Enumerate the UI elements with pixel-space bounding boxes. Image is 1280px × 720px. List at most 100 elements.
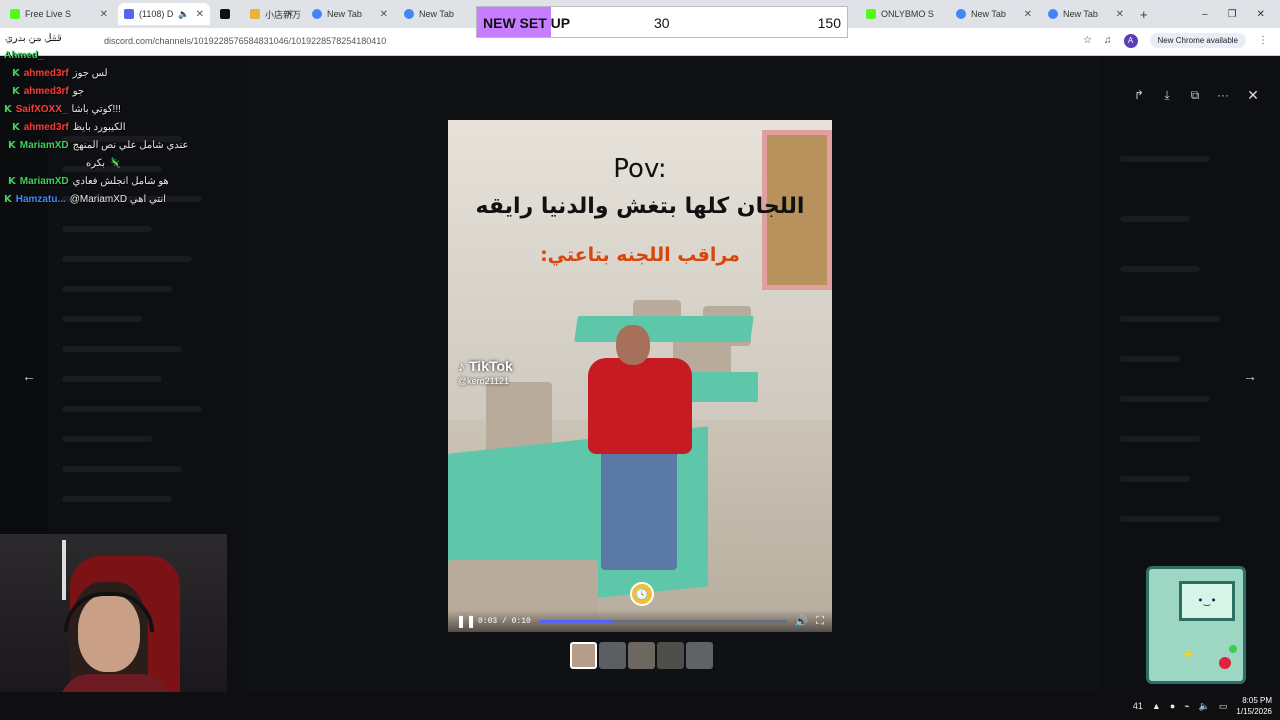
chat-message: K MariamXD هو شامل انجلش فعادي (8, 176, 169, 187)
bmo-button-icon (1219, 657, 1231, 669)
close-tab-icon[interactable]: ✕ (100, 9, 108, 20)
chat-message: K MariamXD عندي شامل علي نص المنهج (8, 140, 189, 151)
video-progress-bar[interactable] (538, 619, 787, 623)
close-tab-icon[interactable]: ✕ (1024, 9, 1032, 20)
close-tab-icon[interactable]: ✕ (196, 9, 204, 20)
tab-label: New Tab (327, 9, 362, 19)
bookmark-star-icon[interactable]: ☆ (1083, 35, 1092, 46)
media-controls-icon[interactable]: ♫ (1104, 35, 1112, 46)
media-thumbnail[interactable] (657, 642, 684, 669)
close-tab-icon[interactable]: ✕ (1116, 9, 1124, 20)
emote-icon: 🦎 (109, 158, 122, 169)
video-controls: ❚❚ 0:03 / 0:10 🔊 ⛶ (448, 610, 832, 632)
video-caption-sub: مراقب اللجنه بتاعتي: (540, 244, 740, 266)
kick-badge-icon: K (4, 194, 12, 205)
volume-tray-icon[interactable]: 🔈 (1199, 701, 1210, 712)
kick-badge-icon: K (8, 140, 16, 151)
kick-badge-icon: K (8, 176, 16, 187)
new-tab-favicon-icon (312, 9, 322, 19)
goal-target: 150 (817, 15, 841, 31)
timecode: 0:03 / 0:10 (478, 616, 531, 626)
stream-goal-bar: NEW SET UP 30 150 (476, 6, 848, 38)
close-tab-icon[interactable]: ✕ (380, 9, 388, 20)
pause-icon[interactable]: ❚❚ (456, 614, 476, 628)
bmo-face-icon: •‿• (1197, 594, 1217, 607)
media-thumbnail[interactable] (628, 642, 655, 669)
goal-current: 30 (654, 15, 670, 31)
url-field[interactable]: discord.com/channels/1019228576584831046… (104, 36, 386, 46)
previous-media-button[interactable]: ← (16, 363, 42, 389)
kebab-menu-icon[interactable]: ⋮ (1258, 35, 1268, 46)
toolbar-right: ☆ ♫ A New Chrome available ⋮ (1083, 33, 1268, 48)
new-tab-button[interactable]: + (1134, 3, 1154, 25)
bmo-button-icon (1229, 645, 1237, 653)
tab-label: 小店新万 (265, 9, 302, 20)
discord-favicon-icon (124, 9, 134, 19)
browser-tab[interactable]: Free Live S ✕ (4, 3, 114, 25)
tiktok-handle: @kero21121 (458, 376, 510, 386)
media-thumbnail[interactable] (599, 642, 626, 669)
bmo-mascot: •‿• + (1146, 566, 1250, 692)
kick-badge-icon: K (12, 68, 20, 79)
download-icon[interactable]: ⤓ (1158, 86, 1176, 104)
bmo-mascot: •‿• (1179, 581, 1235, 621)
chat-message: K Hamzatu... @MariamXD انتي اهي (4, 194, 167, 205)
video-caption-main: اللجان كلها بتغش والدنيا رايقه (475, 194, 805, 219)
close-viewer-button[interactable]: ✕ (1242, 84, 1264, 106)
browser-tab[interactable]: 小店新万 (244, 3, 302, 25)
browser-tab[interactable]: ONLYBMO S (860, 3, 946, 25)
tab-label: ONLYBMO S (881, 9, 934, 19)
battery-icon[interactable]: ▭ (1219, 701, 1228, 712)
chat-message: K ahmed3rf لس جوز (12, 68, 108, 79)
clock-sticker-icon: 🕓 (630, 582, 654, 606)
more-options-icon[interactable]: ··· (1214, 86, 1232, 104)
next-media-button[interactable]: → (1237, 363, 1263, 389)
restore-icon[interactable]: ❐ (1228, 9, 1237, 20)
video-frame (616, 325, 650, 365)
tiktok-logo-icon: ♪ (458, 358, 465, 374)
chat-message: قفل من بدري (4, 32, 61, 43)
tiktok-favicon-icon (220, 9, 230, 19)
video-caption-pov: Pov: (613, 154, 667, 184)
minimize-icon[interactable]: – (1202, 9, 1208, 20)
chat-message: K ahmed3rf الكيبورد بايظ (12, 122, 126, 133)
media-thumbnail[interactable] (570, 642, 597, 669)
browser-tab-active[interactable]: (1108) D 🔈 ✕ (118, 3, 210, 25)
browser-tab[interactable]: New Tab (398, 3, 474, 25)
system-tray: 41 ▲ ● ⌁ 🔈 ▭ 8:05 PM 1/15/2026 (1133, 695, 1272, 717)
tab-favicon-icon (10, 9, 20, 19)
chat-message: K ahmed3rf جو (12, 86, 85, 97)
fullscreen-icon[interactable]: ⛶ (816, 615, 824, 628)
profile-avatar[interactable]: A (1123, 33, 1138, 48)
tiktok-brand-text: TikTok (469, 358, 513, 374)
network-icon[interactable]: ⌁ (1184, 701, 1189, 712)
bmo-dpad-icon: + (1183, 644, 1194, 664)
tray-app-icon[interactable]: ● (1170, 701, 1175, 711)
browser-tab[interactable]: New Tab ✕ (950, 3, 1038, 25)
forward-icon[interactable]: ↱ (1130, 86, 1148, 104)
update-button[interactable]: New Chrome available (1149, 33, 1246, 48)
open-external-icon[interactable]: ⧉ (1186, 86, 1204, 104)
audio-icon[interactable]: 🔈 (178, 9, 189, 20)
browser-tab[interactable]: New Tab ✕ (306, 3, 394, 25)
tray-app-icon[interactable]: ▲ (1152, 701, 1161, 711)
new-tab-favicon-icon (404, 9, 414, 19)
tab-label: Free Live S (25, 9, 72, 19)
video-player[interactable]: Pov: اللجان كلها بتغش والدنيا رايقه مراق… (448, 120, 832, 632)
new-tab-favicon-icon (956, 9, 966, 19)
chat-message: Ahmed_ (4, 50, 44, 61)
browser-tab[interactable]: New Tab ✕ (1042, 3, 1130, 25)
tab-label: New Tab (1063, 9, 1098, 19)
tiktok-watermark: ♪ TikTok @kero21121 (458, 358, 513, 386)
media-thumbnail[interactable] (686, 642, 713, 669)
tab-label: New Tab (419, 9, 454, 19)
volume-icon[interactable]: 🔊 (795, 615, 809, 628)
chat-message: K SaifXOXX_ كوتي باشا!!! (4, 104, 121, 115)
clock-date: 1/15/2026 (1236, 707, 1272, 716)
clock-time: 8:05 PM (1242, 696, 1272, 705)
close-window-icon[interactable]: ✕ (1257, 9, 1265, 20)
kick-badge-icon: K (12, 86, 20, 97)
tab-label: New Tab (971, 9, 1006, 19)
clock[interactable]: 8:05 PM 1/15/2026 (1236, 695, 1272, 717)
tray-badge[interactable]: 41 (1133, 701, 1143, 711)
